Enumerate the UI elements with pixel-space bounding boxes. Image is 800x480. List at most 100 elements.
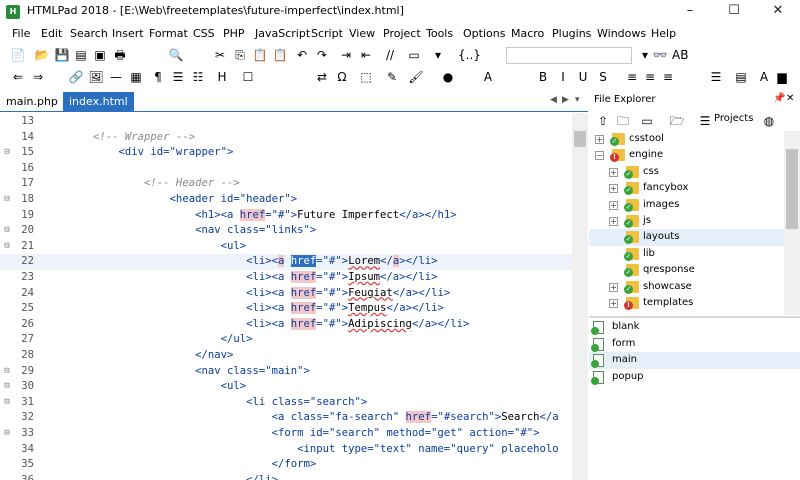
back-icon[interactable]: ⇐ bbox=[10, 69, 26, 85]
code-line[interactable]: ⊟ 18 <header id="header"> bbox=[0, 192, 572, 208]
file-item-main[interactable]: main bbox=[589, 352, 800, 370]
tab-main-php[interactable]: main.php bbox=[0, 92, 64, 112]
projects-button[interactable]: Projects bbox=[714, 113, 753, 124]
paste-special-icon[interactable]: 📋 bbox=[272, 47, 288, 63]
save-all-icon[interactable]: ▤ bbox=[73, 47, 89, 63]
font-color-icon[interactable]: A bbox=[756, 69, 772, 85]
code-text[interactable]: <a class="fa-search" href="#search">Sear… bbox=[42, 410, 559, 426]
fold-marker-icon[interactable]: ⊟ bbox=[3, 426, 11, 442]
file-list[interactable]: blank form main popup bbox=[589, 318, 800, 480]
menu-css[interactable]: CSS bbox=[193, 27, 215, 40]
find-icon[interactable]: 🔍 bbox=[168, 47, 184, 63]
file-item-popup[interactable]: popup bbox=[589, 369, 800, 386]
align-left-icon[interactable]: ≡ bbox=[624, 69, 640, 85]
forward-icon[interactable]: ⇒ bbox=[30, 69, 46, 85]
link-icon[interactable]: 🔗 bbox=[68, 69, 84, 85]
search-combo-icon[interactable]: ▾ bbox=[637, 47, 653, 63]
up-folder-icon[interactable]: ⇧ bbox=[595, 113, 611, 129]
maximize-button[interactable]: ☐ bbox=[712, 0, 756, 24]
special-char-icon[interactable]: ⇄ bbox=[314, 69, 330, 85]
block-icon[interactable]: ▤ bbox=[733, 69, 749, 85]
close-icon[interactable]: ▣ bbox=[92, 47, 108, 63]
code-line[interactable]: ⊟ 15 <div id="wrapper"> bbox=[0, 145, 572, 161]
code-text[interactable]: </form> bbox=[42, 457, 317, 473]
menu-php[interactable]: PHP bbox=[223, 27, 245, 40]
file-item-form[interactable]: form bbox=[589, 336, 800, 353]
code-line[interactable]: ⊟ 31 <li class="search"> bbox=[0, 395, 572, 411]
tree-item-csstool[interactable]: + ✓ csstool bbox=[589, 131, 784, 147]
redo-icon[interactable]: ↷ bbox=[314, 47, 330, 63]
menu-plugins[interactable]: Plugins bbox=[552, 27, 591, 40]
undo-icon[interactable]: ↶ bbox=[294, 47, 310, 63]
code-text[interactable]: <li><a href="#">Adipiscing</a></li> bbox=[42, 317, 469, 333]
close-window-button[interactable]: ✕ bbox=[756, 0, 800, 24]
code-line[interactable]: ⊟ 29 <nav class="main"> bbox=[0, 364, 572, 380]
menu-edit[interactable]: Edit bbox=[41, 27, 62, 40]
print-icon[interactable]: 🖶 bbox=[112, 47, 128, 63]
brush-icon[interactable]: 🖌 bbox=[408, 69, 424, 85]
tree-item-js[interactable]: + ✓ js bbox=[589, 213, 784, 229]
code-line[interactable]: 28 </nav> bbox=[0, 348, 572, 364]
code-text[interactable]: </ul> bbox=[42, 332, 253, 348]
code-line[interactable]: 23 <li><a href="#">Ipsum</a></li> bbox=[0, 270, 572, 286]
minimize-button[interactable]: – bbox=[668, 0, 712, 24]
code-line[interactable]: 19 <h1><a href="#">Future Imperfect</a><… bbox=[0, 208, 572, 224]
color-icon[interactable]: ● bbox=[440, 69, 456, 85]
find-next-icon[interactable]: 👓 bbox=[652, 47, 668, 63]
tree-item-templates[interactable]: +! templates bbox=[589, 295, 784, 311]
expand-icon[interactable]: + bbox=[609, 282, 618, 292]
code-line[interactable]: ⊟ 30 <ul> bbox=[0, 379, 572, 395]
globe-icon[interactable]: ◍ bbox=[761, 113, 777, 129]
folder-tree[interactable]: + ✓ csstool −! engine + ✓ css + ✓ fancybox + ✓ images… bbox=[589, 131, 784, 315]
tree-item-qresponse[interactable]: ✓ qresponse bbox=[589, 262, 784, 278]
code-text[interactable]: <li class="search"> bbox=[42, 395, 367, 411]
form-icon[interactable]: ☐ bbox=[240, 69, 256, 85]
menu-help[interactable]: Help bbox=[651, 27, 676, 40]
menu-javascript[interactable]: JavaScript bbox=[255, 27, 310, 40]
font-size-icon[interactable]: A bbox=[480, 69, 496, 85]
code-text[interactable]: <header id="header"> bbox=[42, 192, 298, 208]
menu-script[interactable]: Script bbox=[311, 27, 343, 40]
code-line[interactable]: 32 <a class="fa-search" href="#search">S… bbox=[0, 410, 572, 426]
code-text[interactable]: <form id="search" method="get" action="#… bbox=[42, 426, 540, 442]
tree-item-layouts[interactable]: ✓ layouts bbox=[589, 229, 784, 246]
fold-marker-icon[interactable]: ⊟ bbox=[3, 192, 11, 208]
indent-icon[interactable]: ⇥ bbox=[338, 47, 354, 63]
expand-icon[interactable]: + bbox=[609, 200, 618, 210]
menu-view[interactable]: View bbox=[349, 27, 375, 40]
code-text[interactable]: <li><a href="#">Tempus</a></li> bbox=[42, 301, 444, 317]
tree-scrollbar[interactable] bbox=[784, 131, 800, 315]
menu-options[interactable]: Options bbox=[463, 27, 505, 40]
code-text[interactable]: <li><a href="#">Feugiat</a></li> bbox=[42, 286, 450, 302]
search-combo[interactable] bbox=[506, 47, 632, 64]
view-icon[interactable]: ▭ bbox=[639, 113, 655, 129]
fold-marker-icon[interactable]: ⊟ bbox=[3, 379, 11, 395]
code-line[interactable]: 13 bbox=[0, 114, 572, 130]
editor-scroll-thumb[interactable] bbox=[574, 131, 586, 147]
bold-icon[interactable]: B bbox=[535, 69, 551, 85]
expand-icon[interactable]: + bbox=[609, 217, 618, 226]
italic-icon[interactable]: I bbox=[555, 69, 571, 85]
menu-format[interactable]: Format bbox=[149, 27, 188, 40]
fold-marker-icon[interactable]: ⊟ bbox=[3, 145, 11, 161]
fold-marker-icon[interactable]: ⊟ bbox=[3, 364, 11, 380]
tree-item-fancybox[interactable]: + ✓ fancybox bbox=[589, 180, 784, 196]
tree-item-images[interactable]: + ✓ images bbox=[589, 197, 784, 213]
code-text[interactable]: </nav> bbox=[42, 348, 233, 364]
find-prev-icon[interactable]: AB bbox=[672, 47, 688, 63]
tree-item-showcase[interactable]: + ✓ showcase bbox=[589, 279, 784, 295]
heading-icon[interactable]: H bbox=[214, 69, 230, 85]
code-line[interactable]: 17 <!-- Header --> bbox=[0, 176, 572, 192]
image-icon[interactable]: 🖼 bbox=[88, 69, 104, 85]
paste-icon[interactable]: 📋 bbox=[252, 47, 268, 63]
ul-icon[interactable]: ☰ bbox=[170, 69, 186, 85]
tree-item-css[interactable]: + ✓ css bbox=[589, 164, 784, 180]
cut-icon[interactable]: ✂ bbox=[212, 47, 228, 63]
code-line[interactable]: 14 <!-- Wrapper --> bbox=[0, 130, 572, 146]
code-text[interactable]: <h1><a href="#">Future Imperfect</a></h1… bbox=[42, 208, 457, 224]
code-text[interactable]: <nav class="links"> bbox=[42, 223, 316, 239]
code-line[interactable]: 26 <li><a href="#">Adipiscing</a></li> bbox=[0, 317, 572, 333]
code-text[interactable]: <li><a href="#">Lorem</a></li> bbox=[42, 254, 438, 270]
code-text[interactable]: <!-- Header --> bbox=[42, 176, 240, 192]
code-text[interactable]: <!-- Wrapper --> bbox=[42, 130, 195, 146]
